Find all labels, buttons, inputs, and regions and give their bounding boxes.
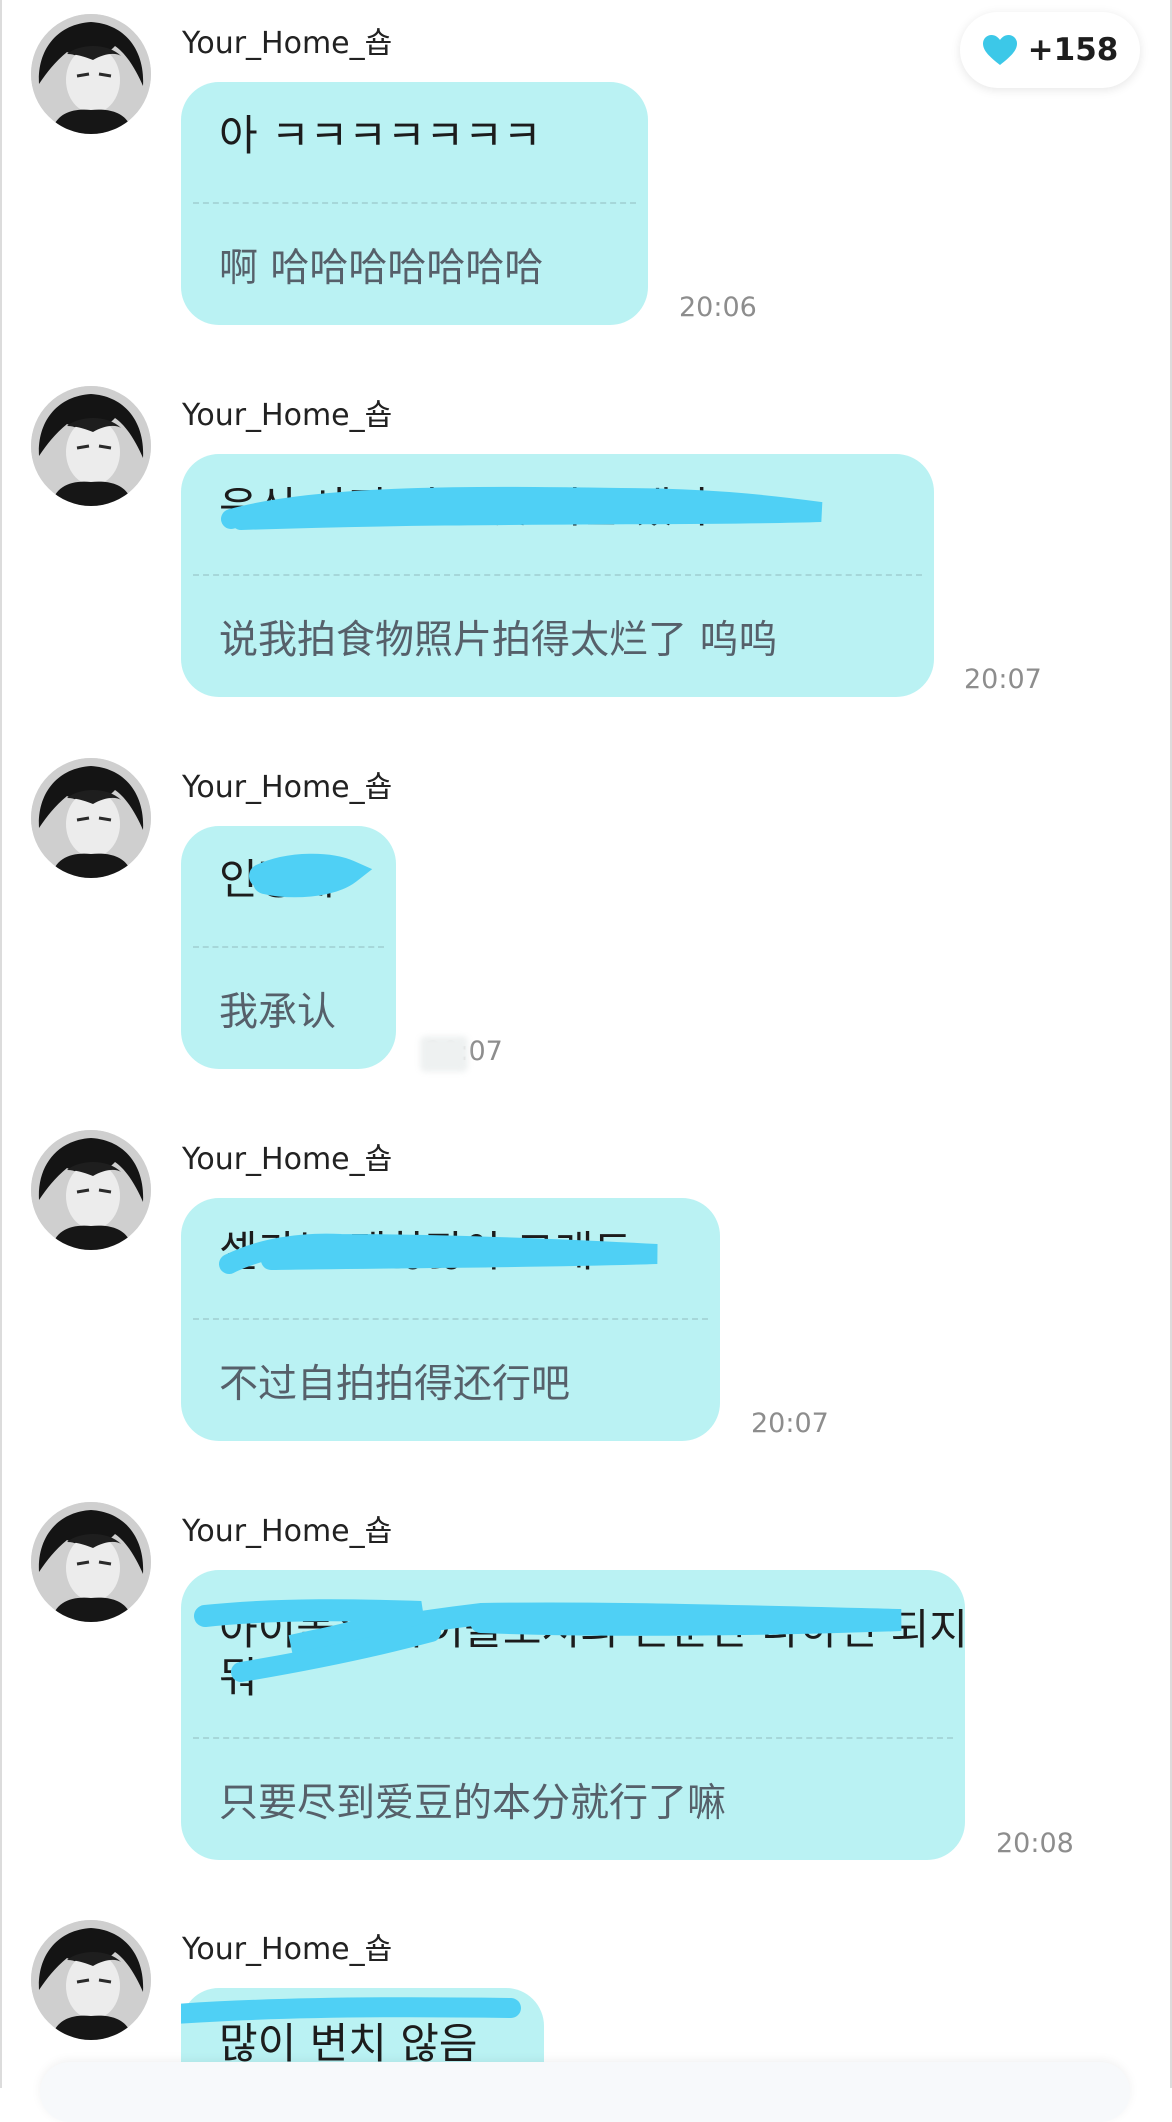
- sender-name: Your_Home_숍: [182, 1932, 393, 1967]
- message-bubble[interactable]: 아 ㅋㅋㅋㅋㅋㅋㅋ 啊 哈哈哈哈哈哈哈: [181, 82, 648, 325]
- translation-divider: [193, 1318, 708, 1320]
- chinese-translation: 只要尽到爱豆的本分就行了嘛: [219, 1781, 727, 1826]
- sender-name: Your_Home_숍: [182, 398, 393, 433]
- heart-icon: [982, 34, 1018, 66]
- korean-text: 셀카는 괜찮잖아 그래도: [219, 1227, 633, 1276]
- korean-text: 아 ㅋㅋㅋㅋㅋㅋㅋ: [219, 111, 542, 160]
- message-bubble[interactable]: 셀카는 괜찮잖아 그래도 不过自拍拍得还行吧: [181, 1198, 720, 1441]
- chinese-translation: 啊 哈哈哈哈哈哈哈: [219, 246, 544, 291]
- message-time: 20:07: [964, 664, 1042, 695]
- heart-count-badge[interactable]: +158: [960, 12, 1140, 88]
- korean-text: 음식 사진 너무 못 찍는 댔냐 ㅜㅜ: [219, 483, 802, 532]
- sender-name: Your_Home_숍: [182, 770, 393, 805]
- translation-divider: [193, 1737, 953, 1739]
- korean-text-line-2: 뭐: [219, 1653, 258, 1702]
- avatar[interactable]: [31, 386, 151, 506]
- sender-name: Your_Home_숍: [182, 26, 393, 61]
- avatar[interactable]: [31, 1502, 151, 1622]
- message-bubble[interactable]: 음식 사진 너무 못 찍는 댔냐 ㅜㅜ 说我拍食物照片拍得太烂了 呜呜: [181, 454, 934, 697]
- avatar[interactable]: [31, 1130, 151, 1250]
- translation-divider: [193, 574, 922, 576]
- avatar[interactable]: [31, 14, 151, 134]
- frame-edge-left: [0, 0, 2, 2088]
- translation-divider: [193, 202, 636, 204]
- avatar[interactable]: [31, 758, 151, 878]
- message-time: 20:08: [996, 1828, 1074, 1859]
- chinese-translation: 我承认: [219, 990, 337, 1035]
- message-bubble[interactable]: 아이돌은 아이돌로서의 본분만 다하면 되지 뭐 只要尽到爱豆的本分就行了嘛: [181, 1570, 968, 1860]
- sender-name: Your_Home_숍: [182, 1514, 393, 1549]
- time-blur: [420, 1036, 468, 1072]
- message-bubble[interactable]: 인정해 我承认: [181, 826, 396, 1069]
- avatar[interactable]: [31, 1920, 151, 2040]
- message-time: 20:06: [679, 292, 757, 323]
- korean-text-line-1: 아이돌은 아이돌로서의 본분만 다하면 되지: [219, 1605, 968, 1654]
- translation-divider: [193, 946, 384, 948]
- chinese-translation: 说我拍食物照片拍得太烂了 呜呜: [219, 618, 778, 663]
- message-time: 20:07: [751, 1408, 829, 1439]
- heart-count: +158: [1027, 32, 1119, 68]
- sender-name: Your_Home_숍: [182, 1142, 393, 1177]
- korean-text: 인정해: [219, 855, 335, 904]
- bottom-input-bar: [40, 2062, 1130, 2122]
- chinese-translation: 不过自拍拍得还行吧: [219, 1362, 571, 1407]
